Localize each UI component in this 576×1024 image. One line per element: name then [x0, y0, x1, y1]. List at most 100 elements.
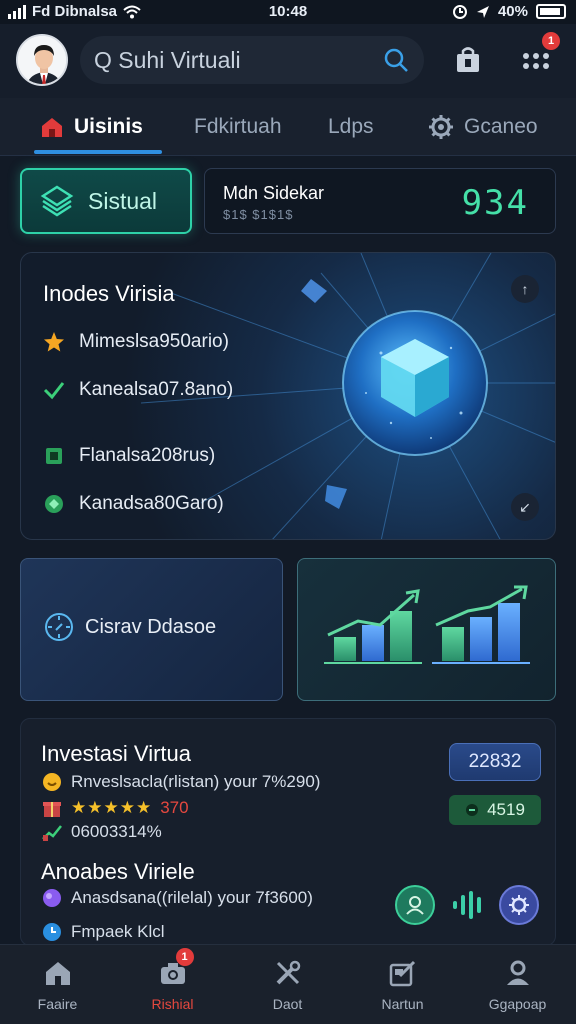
- battery-percent: 40%: [497, 3, 528, 20]
- camera-icon: 1: [158, 948, 194, 988]
- tab-fdkirtuah[interactable]: Fdkirtuah: [194, 98, 282, 156]
- panel-row: Fmpaek Klcl: [41, 921, 165, 943]
- nav-badge: 1: [175, 948, 194, 966]
- nav-label: Nartun: [381, 996, 424, 1012]
- growth-chart-icon: [324, 585, 530, 664]
- home-icon: [42, 118, 62, 137]
- rating-stars: ★★★★★: [71, 798, 153, 817]
- profile-icon: [506, 960, 529, 985]
- stat-title: Mdn Sidekar: [223, 183, 325, 203]
- sistual-button[interactable]: Sistual: [20, 168, 192, 234]
- tab-ldps[interactable]: Ldps: [328, 98, 374, 156]
- hero-item-label: Flanalsa208rus): [79, 445, 216, 466]
- star-icon: [44, 332, 64, 352]
- hero-item[interactable]: Kanadsa80Garo): [43, 489, 224, 519]
- user-portrait-icon: [18, 36, 66, 84]
- active-tab-indicator: [34, 150, 162, 154]
- tab-label: Ldps: [328, 115, 374, 138]
- chart-up-icon: [42, 825, 62, 841]
- tab-bar: Uisinis Fdkirtuah Ldps Gcaneo: [0, 98, 576, 156]
- search-icon[interactable]: [382, 46, 410, 74]
- battery-icon: [536, 4, 566, 19]
- check-icon: [43, 382, 65, 400]
- status-bar: Fd Dibnalsa 10:48 40%: [0, 0, 576, 24]
- nav-item-ggapoap[interactable]: Ggapoap: [460, 945, 575, 1024]
- user-icon: [406, 896, 424, 915]
- dashboard-card[interactable]: Cisrav Ddasoe: [20, 558, 283, 701]
- app-header: Q Suhi Virtuali 1: [0, 24, 576, 98]
- nav-item-nartun[interactable]: Nartun: [345, 945, 460, 1024]
- clock-icon: [43, 923, 61, 941]
- search-input[interactable]: Q Suhi Virtuali: [94, 47, 382, 74]
- settings-action-button[interactable]: [499, 885, 539, 925]
- stat-subtitle: $1$ $1$1$: [223, 207, 294, 222]
- panel-row-text: Anasdsana((rilelal) your 7f3600): [71, 888, 313, 907]
- value-pill[interactable]: 22832: [449, 743, 541, 781]
- panel-subtitle: Anoabes Viriele: [41, 859, 195, 884]
- tab-gcaneo[interactable]: Gcaneo: [428, 98, 538, 156]
- hero-item[interactable]: Flanalsa208rus): [43, 441, 215, 471]
- growth-pill[interactable]: 4519: [449, 795, 541, 825]
- nav-label: Daot: [272, 996, 303, 1012]
- hero-item[interactable]: Kanealsa07.8ano): [43, 375, 233, 405]
- arrow-up-icon[interactable]: ↑: [511, 275, 539, 303]
- panel-row: Anasdsana((rilelal) your 7f3600): [41, 887, 313, 909]
- hero-item-label: Mimeslsa950ario): [79, 331, 229, 352]
- bottom-nav: Faaire 1 Rishial Daot Nartun Ggapoap: [0, 944, 576, 1024]
- gift-icon: [43, 802, 61, 817]
- audio-button[interactable]: [451, 887, 487, 923]
- panel-row-text: 06003314%: [71, 822, 162, 841]
- compass-icon: [45, 613, 73, 641]
- dashboard-label: Cisrav Ddasoe: [85, 615, 217, 638]
- nav-item-daot[interactable]: Daot: [230, 945, 345, 1024]
- avatar[interactable]: [16, 34, 68, 86]
- bubble-icon: [43, 889, 61, 907]
- panel-title: Investasi Virtua: [41, 741, 192, 766]
- gem-icon: [45, 495, 63, 513]
- profile-action-button[interactable]: [395, 885, 435, 925]
- hero-item-label: Kanadsa80Garo): [79, 493, 224, 514]
- tab-label: Fdkirtuah: [194, 115, 282, 138]
- location-icon: [476, 5, 489, 18]
- nav-label: Rishial: [151, 996, 194, 1012]
- hero-item-label: Kanealsa07.8ano): [79, 379, 234, 400]
- rating-value: 370: [160, 798, 189, 817]
- panel-row-text: Rnveslsacla(rlistan) your 7%290): [71, 772, 321, 791]
- dashboard-row: Cisrav Ddasoe: [43, 611, 216, 643]
- coin-icon: [43, 773, 61, 791]
- alarm-icon: [452, 4, 467, 19]
- dollar-icon: [466, 804, 479, 816]
- nav-label: Ggapoap: [488, 996, 547, 1012]
- hero-item[interactable]: Mimeslsa950ario): [43, 327, 229, 357]
- hero-card: Inodes Virisia Mimeslsa950ario) Kanealsa…: [20, 252, 556, 540]
- tab-label: Uisinis: [74, 115, 143, 138]
- panel-row: Rnveslsacla(rlistan) your 7%290): [41, 771, 320, 793]
- bag-icon: [457, 47, 479, 72]
- edit-icon: [389, 960, 415, 987]
- status-right: 40%: [452, 3, 566, 20]
- stat-card: Mdn Sidekar $1$ $1$1$ 934: [204, 168, 556, 234]
- tools-icon: [276, 960, 300, 985]
- gear-icon: [429, 115, 453, 139]
- tab-uisinis[interactable]: Uisinis: [40, 98, 143, 156]
- arrow-down-icon[interactable]: ↙: [511, 493, 539, 521]
- nav-label: Faaire: [37, 996, 78, 1012]
- panel-row-text: Fmpaek Klcl: [71, 922, 165, 941]
- home-icon: [45, 962, 70, 985]
- stat-value: 934: [461, 183, 529, 223]
- growth-chart-card[interactable]: [297, 558, 556, 701]
- layers-icon: [40, 185, 74, 217]
- growth-value: 4519: [487, 800, 525, 819]
- hero-title: Inodes Virisia: [43, 281, 175, 306]
- chip-icon: [46, 448, 62, 464]
- nav-item-faaire[interactable]: Faaire: [0, 945, 115, 1024]
- shop-button[interactable]: [452, 44, 484, 76]
- notification-badge: 1: [542, 32, 560, 50]
- investment-panel: Investasi Virtua Rnveslsacla(rlistan) yo…: [20, 718, 556, 946]
- cog-icon: [509, 895, 529, 915]
- apps-button[interactable]: 1: [520, 32, 560, 76]
- search-bar[interactable]: Q Suhi Virtuali: [80, 36, 424, 84]
- sound-wave-icon: [453, 891, 481, 919]
- sistual-label: Sistual: [88, 187, 158, 214]
- nav-item-rishial[interactable]: 1 Rishial: [115, 945, 230, 1024]
